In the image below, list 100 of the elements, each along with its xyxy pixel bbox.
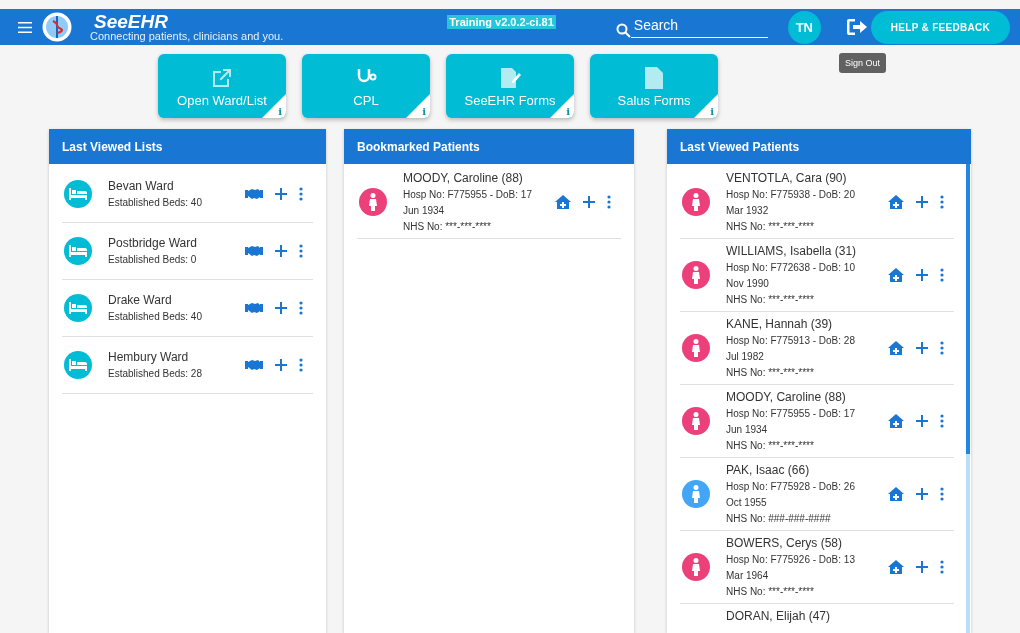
bed-icon — [69, 302, 87, 314]
house-icon — [888, 341, 904, 355]
add-button[interactable] — [916, 561, 928, 573]
more-button[interactable] — [940, 560, 944, 574]
brand-name: SeeEHR — [94, 12, 169, 31]
patient-name[interactable]: PAK, Isaac (66) — [726, 462, 888, 479]
patient-details: Hosp No: F775913 - DoB: 28 Jul 1982 — [726, 334, 856, 364]
add-icon — [916, 269, 928, 281]
nhs-number: NHS No: ***-***-**** — [403, 220, 492, 234]
ward-name[interactable]: Hembury Ward — [108, 349, 245, 366]
add-icon — [275, 245, 287, 257]
patient-name[interactable]: MOODY, Caroline (88) — [403, 170, 555, 187]
patient-name[interactable]: BOWERS, Cerys (58) — [726, 535, 888, 552]
ward-name[interactable]: Bevan Ward — [108, 178, 245, 195]
add-icon — [275, 302, 287, 314]
info-icon[interactable]: i — [710, 106, 714, 117]
ward-button[interactable] — [555, 195, 571, 209]
patient-name[interactable]: MOODY, Caroline (88) — [726, 389, 888, 406]
card-title: Last Viewed Patients — [667, 129, 971, 164]
add-button[interactable] — [916, 488, 928, 500]
more-button[interactable] — [940, 487, 944, 501]
patient-name[interactable]: VENTOTLA, Cara (90) — [726, 170, 888, 187]
add-button[interactable] — [275, 188, 287, 200]
info-icon[interactable]: i — [422, 106, 426, 117]
more-icon — [940, 341, 944, 355]
more-icon — [299, 187, 303, 201]
bed-count: Established Beds: 40 — [108, 196, 203, 210]
bed-icon — [69, 245, 87, 257]
add-button[interactable] — [275, 302, 287, 314]
add-button[interactable] — [916, 415, 928, 427]
more-icon — [299, 244, 303, 258]
info-icon[interactable]: i — [278, 106, 282, 117]
person-icon — [691, 558, 701, 576]
sign-out-icon — [846, 19, 867, 35]
tile-button[interactable]: CPL i — [302, 54, 430, 118]
patient-name[interactable]: DORAN, Elijah (47) — [726, 608, 954, 625]
tile-button[interactable]: Salus Forms i — [590, 54, 718, 118]
add-icon — [916, 561, 928, 573]
more-icon — [940, 268, 944, 282]
menu-button[interactable] — [18, 21, 32, 33]
more-button[interactable] — [940, 341, 944, 355]
tile-button[interactable]: Open Ward/List i — [158, 54, 286, 118]
add-button[interactable] — [583, 196, 595, 208]
patient-details: Hosp No: F775928 - DoB: 26 Oct 1955 — [726, 480, 856, 510]
bed-icon — [69, 188, 87, 200]
nhs-number: NHS No: ***-***-**** — [726, 366, 815, 380]
scrollbar[interactable] — [966, 164, 970, 633]
add-icon — [916, 488, 928, 500]
patient-name[interactable]: KANE, Hannah (39) — [726, 316, 888, 333]
ward-name[interactable]: Postbridge Ward — [108, 235, 245, 252]
add-icon — [916, 196, 928, 208]
sign-out-button[interactable] — [846, 19, 867, 35]
external-link-icon — [211, 67, 233, 89]
ward-button[interactable] — [888, 268, 904, 282]
house-icon — [888, 268, 904, 282]
more-button[interactable] — [299, 244, 303, 258]
more-button[interactable] — [940, 268, 944, 282]
tile-button[interactable]: SeeEHR Forms i — [446, 54, 574, 118]
bed-count: Established Beds: 40 — [108, 310, 203, 324]
nhs-number: NHS No: ###-###-#### — [726, 512, 832, 526]
ward-name[interactable]: Drake Ward — [108, 292, 245, 309]
add-button[interactable] — [275, 245, 287, 257]
search-field[interactable]: Search — [630, 16, 768, 38]
add-icon — [916, 415, 928, 427]
patient-name[interactable]: WILLIAMS, Isabella (31) — [726, 243, 888, 260]
add-button[interactable] — [916, 269, 928, 281]
person-icon — [368, 193, 378, 211]
person-icon — [691, 339, 701, 357]
logo-icon — [42, 12, 72, 42]
more-icon — [607, 195, 611, 209]
tagline: Connecting patients, clinicians and you. — [90, 31, 284, 42]
ward-button[interactable] — [888, 341, 904, 355]
bed-icon — [69, 359, 87, 371]
house-icon — [888, 487, 904, 501]
more-icon — [940, 487, 944, 501]
info-icon[interactable]: i — [566, 106, 570, 117]
add-icon — [916, 342, 928, 354]
more-button[interactable] — [299, 301, 303, 315]
ward-button[interactable] — [888, 414, 904, 428]
more-icon — [940, 414, 944, 428]
more-button[interactable] — [299, 187, 303, 201]
more-button[interactable] — [607, 195, 611, 209]
patient-details: Hosp No: F775955 - DoB: 17 Jun 1934 — [403, 188, 533, 218]
house-icon — [888, 414, 904, 428]
add-button[interactable] — [275, 359, 287, 371]
patient-details: Hosp No: F775926 - DoB: 13 Mar 1964 — [726, 553, 856, 583]
add-button[interactable] — [916, 196, 928, 208]
more-button[interactable] — [299, 358, 303, 372]
more-button[interactable] — [940, 414, 944, 428]
person-icon — [691, 485, 701, 503]
add-button[interactable] — [916, 342, 928, 354]
house-icon — [888, 560, 904, 574]
person-icon — [691, 266, 701, 284]
house-icon — [555, 195, 571, 209]
nhs-number: NHS No: ***-***-**** — [726, 293, 815, 307]
ward-button[interactable] — [888, 487, 904, 501]
ward-button[interactable] — [888, 195, 904, 209]
ward-button[interactable] — [888, 560, 904, 574]
more-button[interactable] — [940, 195, 944, 209]
menu-icon — [18, 21, 32, 33]
